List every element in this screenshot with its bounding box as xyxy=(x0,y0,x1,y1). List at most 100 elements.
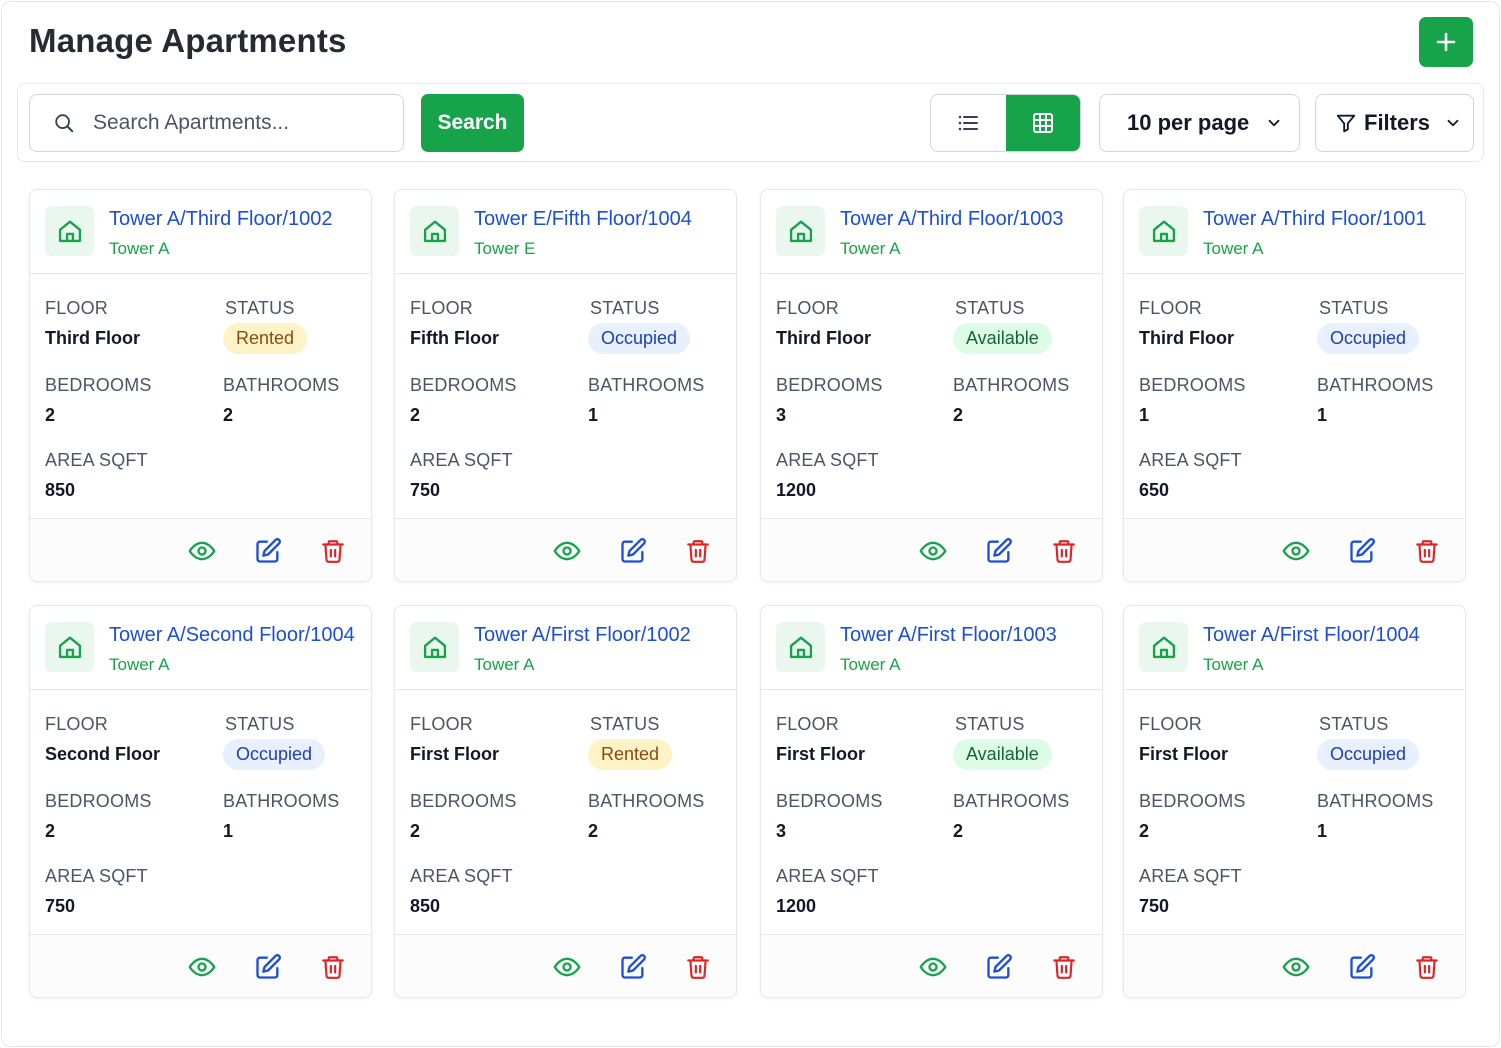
trash-icon[interactable] xyxy=(1051,537,1077,565)
eye-icon[interactable] xyxy=(1282,537,1310,565)
area-value: 850 xyxy=(410,896,441,916)
per-page-select[interactable]: 10 per page xyxy=(1099,94,1300,152)
bathrooms-label: BATHROOMS xyxy=(1317,791,1434,811)
trash-icon[interactable] xyxy=(1414,953,1440,981)
area-value: 750 xyxy=(1139,896,1170,916)
bathrooms-label: BATHROOMS xyxy=(588,375,705,395)
area-label: AREA SQFT xyxy=(776,866,879,886)
plus-icon xyxy=(1434,30,1458,54)
floor-value: Third Floor xyxy=(776,328,871,348)
bedrooms-value: 2 xyxy=(1139,821,1150,841)
card-body: FLOOR Third Floor STATUS Rented BEDROOMS… xyxy=(30,274,371,519)
card-header: Tower A/Third Floor/1003 Tower A xyxy=(761,190,1102,274)
bedrooms-value: 2 xyxy=(410,405,421,425)
status-badge: Available xyxy=(953,323,1052,354)
eye-icon[interactable] xyxy=(919,953,947,981)
area-value: 1200 xyxy=(776,480,817,500)
search-button[interactable]: Search xyxy=(421,94,524,152)
view-toggle xyxy=(930,94,1081,152)
bedrooms-label: BEDROOMS xyxy=(776,791,883,811)
list-view-button[interactable] xyxy=(931,95,1006,151)
eye-icon[interactable] xyxy=(919,537,947,565)
edit-icon[interactable] xyxy=(254,953,282,981)
trash-icon[interactable] xyxy=(320,537,346,565)
card-body: FLOOR Second Floor STATUS Occupied BEDRO… xyxy=(30,690,371,935)
apartment-tower: Tower A xyxy=(840,655,901,674)
search-input[interactable] xyxy=(93,111,373,135)
status-label: STATUS xyxy=(955,298,1025,318)
apartment-tower: Tower A xyxy=(840,239,901,258)
apartment-name-link[interactable]: Tower A/Third Floor/1001 xyxy=(1203,208,1426,231)
apartment-name-link[interactable]: Tower A/First Floor/1003 xyxy=(840,624,1057,647)
bedrooms-value: 2 xyxy=(45,405,56,425)
chevron-down-icon xyxy=(1444,114,1462,132)
bathrooms-value: 1 xyxy=(1317,405,1328,425)
apartment-tower: Tower A xyxy=(1203,655,1264,674)
trash-icon[interactable] xyxy=(1414,537,1440,565)
eye-icon[interactable] xyxy=(188,953,216,981)
apartment-card: Tower E/Fifth Floor/1004 Tower E FLOOR F… xyxy=(394,189,737,582)
bedrooms-label: BEDROOMS xyxy=(1139,791,1246,811)
grid-view-button[interactable] xyxy=(1005,95,1080,151)
edit-icon[interactable] xyxy=(985,953,1013,981)
apartment-tower: Tower A xyxy=(109,655,170,674)
floor-label: FLOOR xyxy=(410,298,474,318)
edit-icon[interactable] xyxy=(619,953,647,981)
filters-dropdown[interactable]: Filters xyxy=(1315,94,1474,152)
home-icon xyxy=(410,622,459,672)
status-badge: Available xyxy=(953,739,1052,770)
area-value: 650 xyxy=(1139,480,1170,500)
floor-label: FLOOR xyxy=(1139,298,1203,318)
bathrooms-label: BATHROOMS xyxy=(953,791,1070,811)
apartment-name-link[interactable]: Tower A/Third Floor/1003 xyxy=(840,208,1063,231)
apartment-tower: Tower A xyxy=(109,239,170,258)
floor-value: First Floor xyxy=(410,744,499,764)
edit-icon[interactable] xyxy=(254,537,282,565)
apartment-card: Tower A/Third Floor/1001 Tower A FLOOR T… xyxy=(1123,189,1466,582)
apartment-name-link[interactable]: Tower A/First Floor/1002 xyxy=(474,624,691,647)
bathrooms-label: BATHROOMS xyxy=(588,791,705,811)
card-body: FLOOR Third Floor STATUS Occupied BEDROO… xyxy=(1124,274,1465,519)
bedrooms-label: BEDROOMS xyxy=(45,375,152,395)
status-badge: Occupied xyxy=(223,739,326,770)
bedrooms-value: 2 xyxy=(410,821,421,841)
page-title: Manage Apartments xyxy=(29,22,347,59)
eye-icon[interactable] xyxy=(553,953,581,981)
filters-label: Filters xyxy=(1364,110,1431,135)
trash-icon[interactable] xyxy=(685,537,711,565)
status-label: STATUS xyxy=(590,298,660,318)
search-box xyxy=(29,94,404,152)
apartment-name-link[interactable]: Tower A/Second Floor/1004 xyxy=(109,624,355,647)
edit-icon[interactable] xyxy=(619,537,647,565)
edit-icon[interactable] xyxy=(985,537,1013,565)
bedrooms-label: BEDROOMS xyxy=(45,791,152,811)
edit-icon[interactable] xyxy=(1348,537,1376,565)
bedrooms-label: BEDROOMS xyxy=(776,375,883,395)
chevron-down-icon xyxy=(1265,114,1283,132)
apartment-tower: Tower E xyxy=(474,239,536,258)
bathrooms-value: 2 xyxy=(223,405,234,425)
apartment-name-link[interactable]: Tower E/Fifth Floor/1004 xyxy=(474,208,692,231)
card-actions xyxy=(1124,518,1465,581)
trash-icon[interactable] xyxy=(320,953,346,981)
eye-icon[interactable] xyxy=(1282,953,1310,981)
trash-icon[interactable] xyxy=(685,953,711,981)
status-badge: Occupied xyxy=(1317,739,1420,770)
edit-icon[interactable] xyxy=(1348,953,1376,981)
home-icon xyxy=(776,622,825,672)
bedrooms-label: BEDROOMS xyxy=(1139,375,1246,395)
apartment-card: Tower A/Second Floor/1004 Tower A FLOOR … xyxy=(29,605,372,998)
card-actions xyxy=(395,518,736,581)
trash-icon[interactable] xyxy=(1051,953,1077,981)
apartment-name-link[interactable]: Tower A/Third Floor/1002 xyxy=(109,208,332,231)
apartment-name-link[interactable]: Tower A/First Floor/1004 xyxy=(1203,624,1420,647)
apartment-tower: Tower A xyxy=(474,655,535,674)
add-apartment-button[interactable] xyxy=(1419,17,1473,67)
area-label: AREA SQFT xyxy=(45,450,148,470)
eye-icon[interactable] xyxy=(188,537,216,565)
home-icon xyxy=(776,206,825,256)
home-icon xyxy=(410,206,459,256)
floor-value: Third Floor xyxy=(1139,328,1234,348)
eye-icon[interactable] xyxy=(553,537,581,565)
card-actions xyxy=(761,934,1102,997)
